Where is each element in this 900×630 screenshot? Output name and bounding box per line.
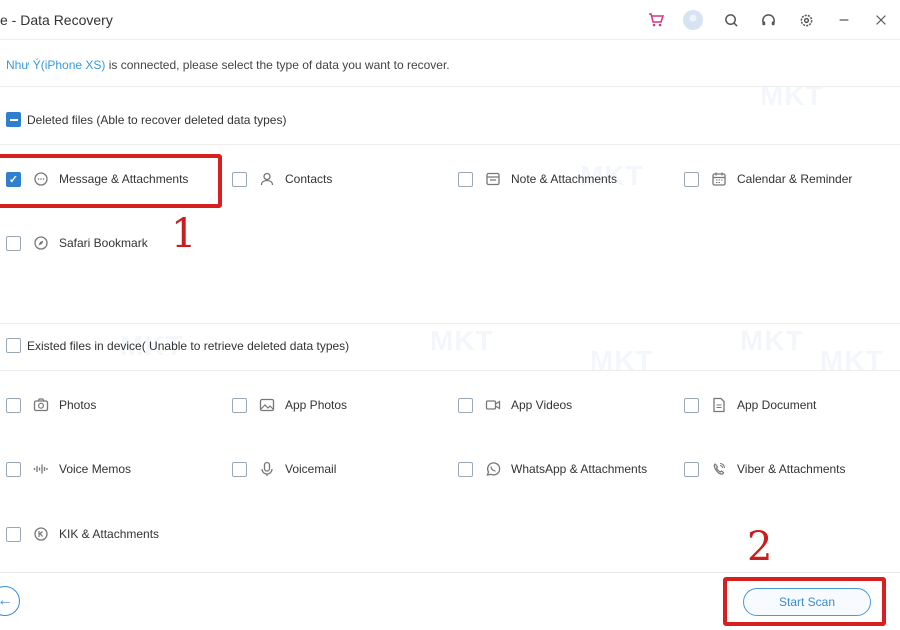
video-icon (484, 396, 502, 414)
device-name-link[interactable]: Như Ý(iPhone XS) (6, 58, 105, 72)
search-icon[interactable] (721, 10, 741, 30)
contacts-checkbox[interactable] (232, 171, 247, 187)
item-app-document[interactable]: App Document (684, 395, 816, 415)
calendar-checkbox[interactable] (684, 171, 699, 187)
item-label: Note & Attachments (511, 172, 618, 186)
waveform-icon (32, 460, 50, 478)
document-icon (710, 396, 728, 414)
item-label: Calendar & Reminder (737, 172, 853, 186)
item-voice-memos[interactable]: Voice Memos (6, 459, 131, 479)
annotation-number-1: 1 (171, 211, 197, 257)
arrow-left-icon: ← (0, 592, 13, 609)
minimize-icon[interactable] (834, 10, 854, 30)
viber-checkbox[interactable] (684, 461, 699, 477)
connection-status: Như Ý(iPhone XS) is connected, please se… (6, 58, 450, 72)
watermark: MKT (740, 325, 804, 356)
item-label: KIK & Attachments (59, 527, 160, 541)
item-label: App Document (737, 398, 817, 412)
item-kik[interactable]: KIK & Attachments (6, 524, 159, 544)
item-photos[interactable]: Photos (6, 395, 96, 415)
item-label: Photos (59, 398, 97, 412)
item-label: Voice Memos (59, 462, 132, 476)
item-label: App Videos (511, 398, 573, 412)
watermark: MKT (430, 325, 494, 356)
microphone-icon (258, 460, 276, 478)
back-button[interactable]: ← (0, 586, 20, 616)
item-label: WhatsApp & Attachments (511, 462, 648, 476)
close-icon[interactable] (871, 10, 891, 30)
annotation-highlight-step1 (0, 154, 222, 208)
item-voicemail[interactable]: Voicemail (232, 459, 336, 479)
viber-icon (710, 460, 728, 478)
whatsapp-checkbox[interactable] (458, 461, 473, 477)
contacts-icon (258, 170, 276, 188)
item-app-videos[interactable]: App Videos (458, 395, 572, 415)
annotation-highlight-step2 (723, 577, 886, 626)
item-app-photos[interactable]: App Photos (232, 395, 347, 415)
item-label: Voicemail (285, 462, 337, 476)
compass-icon (32, 234, 50, 252)
camera-icon (32, 396, 50, 414)
existed-files-label: Existed files in device( Unable to retri… (27, 338, 350, 353)
item-safari-bookmark[interactable]: Safari Bookmark (6, 233, 148, 253)
watermark: MKT (760, 80, 824, 111)
divider (0, 144, 900, 145)
notes-checkbox[interactable] (458, 171, 473, 187)
deleted-files-header[interactable]: Deleted files (Able to recover deleted d… (6, 112, 286, 127)
item-contacts[interactable]: Contacts (232, 169, 332, 189)
voice-memos-checkbox[interactable] (6, 461, 21, 477)
kik-icon (32, 525, 50, 543)
deleted-files-checkbox[interactable] (6, 112, 21, 127)
image-icon (258, 396, 276, 414)
divider (0, 86, 900, 87)
photos-checkbox[interactable] (6, 397, 21, 413)
divider (0, 370, 900, 371)
item-label: Safari Bookmark (59, 236, 148, 250)
settings-icon[interactable] (796, 10, 816, 30)
cart-icon[interactable] (646, 10, 666, 30)
calendar-icon (710, 170, 728, 188)
item-label: Contacts (285, 172, 333, 186)
annotation-number-2: 2 (747, 524, 773, 570)
item-whatsapp[interactable]: WhatsApp & Attachments (458, 459, 647, 479)
app-document-checkbox[interactable] (684, 397, 699, 413)
title-bar: e - Data Recovery (0, 0, 900, 40)
deleted-files-label: Deleted files (Able to recover deleted d… (27, 112, 287, 127)
item-calendar[interactable]: Calendar & Reminder (684, 169, 852, 189)
item-notes[interactable]: Note & Attachments (458, 169, 617, 189)
connection-message: is connected, please select the type of … (105, 58, 450, 72)
divider (0, 323, 900, 324)
whatsapp-icon (484, 460, 502, 478)
kik-checkbox[interactable] (6, 526, 21, 542)
user-avatar-icon[interactable] (683, 10, 703, 30)
item-label: Viber & Attachments (737, 462, 846, 476)
safari-bookmark-checkbox[interactable] (6, 235, 21, 251)
headset-icon[interactable] (758, 10, 778, 30)
voicemail-checkbox[interactable] (232, 461, 247, 477)
app-videos-checkbox[interactable] (458, 397, 473, 413)
existed-files-checkbox[interactable] (6, 338, 21, 353)
note-icon (484, 170, 502, 188)
app-photos-checkbox[interactable] (232, 397, 247, 413)
item-label: App Photos (285, 398, 348, 412)
existed-files-header[interactable]: Existed files in device( Unable to retri… (6, 338, 349, 353)
item-viber[interactable]: Viber & Attachments (684, 459, 846, 479)
watermark: MKT (820, 345, 884, 376)
watermark: MKT (590, 345, 654, 376)
main-panel: MKT MKT MKT MKT MKT MKT MKT Như Ý(iPhone… (0, 40, 900, 572)
window-title: e - Data Recovery (0, 12, 113, 28)
